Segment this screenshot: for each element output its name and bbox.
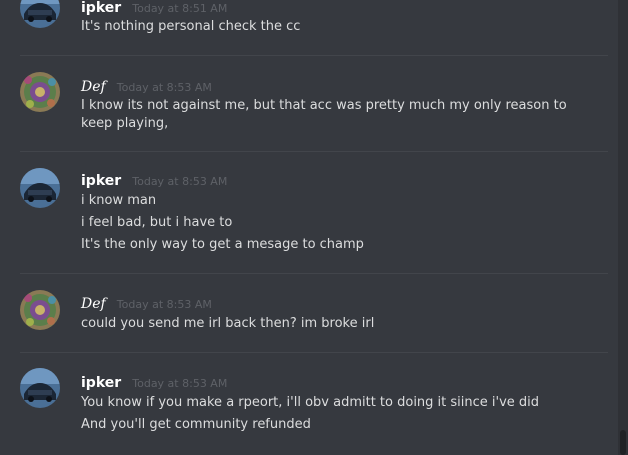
chat-scrollbar[interactable]	[618, 0, 628, 455]
message-text: i know man	[81, 193, 157, 208]
message-text: could you send me irl back then? im brok…	[81, 316, 375, 331]
user-avatar-def[interactable]	[20, 290, 60, 330]
message-header: ipker Today at 8:53 AM	[81, 170, 227, 190]
message-divider	[20, 55, 608, 56]
message-divider	[20, 273, 608, 274]
user-avatar-ipker[interactable]	[20, 168, 60, 208]
user-avatar-ipker[interactable]	[20, 0, 60, 28]
author-name[interactable]: ipker	[81, 173, 121, 189]
user-avatar-ipker[interactable]	[20, 368, 60, 408]
scrollbar-thumb[interactable]	[620, 430, 626, 455]
message-header: Def Today at 8:53 AM	[81, 76, 212, 96]
author-name[interactable]: Def	[81, 296, 106, 312]
message-timestamp: Today at 8:51 AM	[132, 2, 228, 15]
message-header: ipker Today at 8:51 AM	[81, 0, 227, 17]
message-header: Def Today at 8:53 AM	[81, 293, 212, 313]
author-name[interactable]: Def	[81, 79, 106, 95]
message-timestamp: Today at 8:53 AM	[116, 298, 212, 311]
user-avatar-def[interactable]	[20, 72, 60, 112]
message-text: It's the only way to get a mesage to cha…	[81, 237, 364, 252]
message-timestamp: Today at 8:53 AM	[132, 175, 228, 188]
message-header: ipker Today at 8:53 AM	[81, 372, 227, 392]
message-text: It's nothing personal check the cc	[81, 19, 301, 34]
message-text: I know its not against me, but that acc …	[81, 98, 567, 113]
message-divider	[20, 352, 608, 353]
author-name[interactable]: ipker	[81, 375, 121, 391]
message-divider	[20, 151, 608, 152]
author-name[interactable]: ipker	[81, 0, 121, 16]
message-text: i feel bad, but i have to	[81, 215, 233, 230]
chat-messages[interactable]: ipker Today at 8:51 AM It's nothing pers…	[0, 0, 618, 455]
message-text: keep playing,	[81, 116, 169, 131]
message-timestamp: Today at 8:53 AM	[116, 81, 212, 94]
message-text: You know if you make a rpeort, i'll obv …	[81, 395, 540, 410]
message-timestamp: Today at 8:53 AM	[132, 377, 228, 390]
message-text: And you'll get community refunded	[81, 417, 311, 432]
